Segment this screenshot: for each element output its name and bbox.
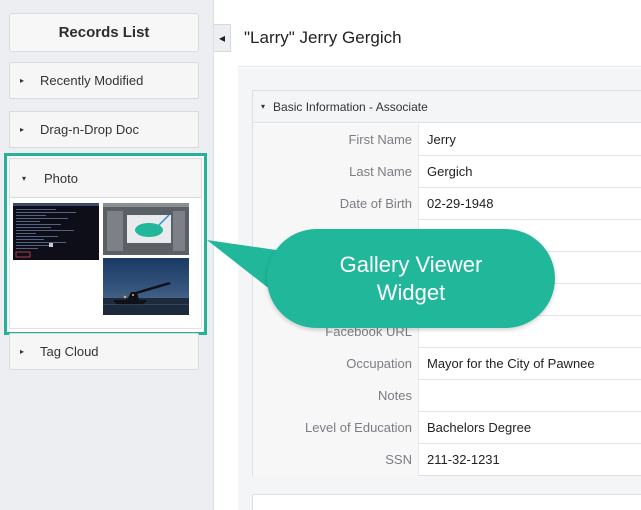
- field-label: Level of Education: [253, 412, 419, 444]
- field-row-date-of-birth: Date of Birth 02-29-1948: [253, 188, 641, 220]
- caret-down-icon: ▾: [261, 102, 266, 111]
- records-list-heading[interactable]: Records List: [9, 13, 199, 52]
- panel-recently-modified[interactable]: ▸ Recently Modified: [9, 62, 199, 99]
- app-screenshot-image: [103, 203, 189, 255]
- field-label: First Name: [253, 124, 419, 156]
- field-value[interactable]: 02-29-1948: [427, 188, 494, 220]
- panel-label: Tag Cloud: [40, 344, 99, 359]
- section-title: Basic Information - Associate: [273, 99, 428, 114]
- gallery-thumbnail-terminal[interactable]: [13, 203, 99, 260]
- callout-line-1: Gallery Viewer: [339, 252, 483, 277]
- field-row-first-name: First Name Jerry: [253, 124, 641, 156]
- field-label: Occupation: [253, 348, 419, 380]
- caret-right-icon: ▸: [19, 347, 24, 356]
- section-header[interactable]: ▾ Basic Information - Associate: [253, 91, 641, 123]
- record-header: "Larry" Jerry Gergich: [238, 0, 641, 67]
- panel-label: Drag-n-Drop Doc: [40, 122, 139, 137]
- field-value[interactable]: Jerry: [427, 124, 456, 156]
- terminal-screenshot-image: [13, 203, 99, 260]
- record-title: "Larry" Jerry Gergich: [244, 28, 402, 47]
- panel-photo-header[interactable]: ▾ Photo: [9, 158, 202, 198]
- panel-label: Recently Modified: [40, 73, 144, 88]
- gallery-thumbnail-screenshot[interactable]: [103, 203, 189, 255]
- field-value[interactable]: 211-32-1231: [427, 444, 500, 476]
- panel-tag-cloud[interactable]: ▸ Tag Cloud: [9, 333, 199, 370]
- field-label: SSN: [253, 444, 419, 476]
- field-label: Date of Birth: [253, 188, 419, 220]
- field-row-notes: Notes: [253, 380, 641, 412]
- panel-drag-n-drop-doc[interactable]: ▸ Drag-n-Drop Doc: [9, 111, 199, 148]
- field-value[interactable]: Mayor for the City of Pawnee: [427, 348, 595, 380]
- field-row-level-of-education: Level of Education Bachelors Degree: [253, 412, 641, 444]
- chevron-left-icon: ◂: [218, 31, 226, 45]
- collapse-sidebar-button[interactable]: ◂: [214, 24, 231, 52]
- field-row-ssn: SSN 211-32-1231: [253, 444, 641, 476]
- field-value[interactable]: Bachelors Degree: [427, 412, 531, 444]
- field-label: Notes: [253, 380, 419, 412]
- callout-line-2: Widget: [376, 280, 446, 305]
- gallery-viewer-callout: Gallery Viewer Widget: [267, 229, 555, 328]
- panel-label: Photo: [44, 170, 78, 186]
- caret-down-icon: ▾: [22, 173, 27, 183]
- photo-gallery-panel: ▾ Photo: [4, 153, 207, 335]
- next-section-collapsed[interactable]: [252, 494, 641, 510]
- field-row-last-name: Last Name Gergich: [253, 156, 641, 188]
- field-value[interactable]: Gergich: [427, 156, 473, 188]
- caret-right-icon: ▸: [19, 76, 24, 85]
- field-row-occupation: Occupation Mayor for the City of Pawnee: [253, 348, 641, 380]
- field-label: Last Name: [253, 156, 419, 188]
- gallery-viewer: [9, 198, 202, 329]
- caret-right-icon: ▸: [19, 125, 24, 134]
- boat-at-dusk-photo: [103, 258, 189, 315]
- records-sidebar: Records List ▸ Recently Modified ▸ Drag-…: [0, 0, 214, 510]
- gallery-thumbnail-boat-photo[interactable]: [103, 258, 189, 315]
